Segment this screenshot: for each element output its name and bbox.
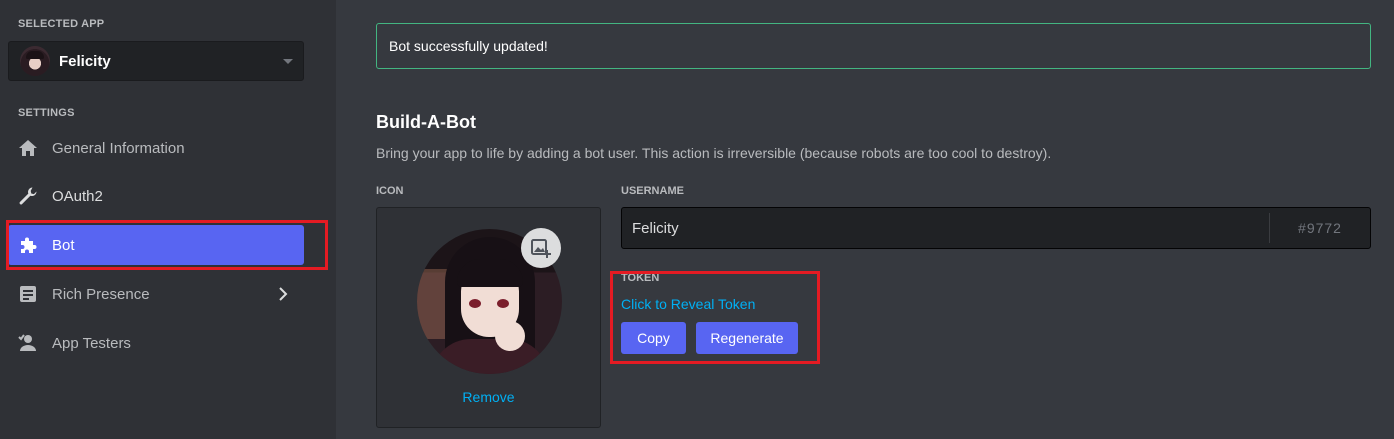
username-label: USERNAME (621, 185, 684, 197)
alert-message: Bot successfully updated! (389, 38, 548, 54)
sidebar-item-label: App Testers (52, 334, 131, 352)
selected-app-label: SELECTED APP (18, 18, 105, 30)
app-avatar (20, 46, 50, 76)
sidebar-item-label: General Information (52, 139, 185, 157)
sidebar-item-general-information[interactable]: General Information (8, 128, 304, 168)
username-field[interactable]: Felicity #9772 (621, 207, 1371, 249)
sidebar-item-app-testers[interactable]: App Testers (8, 323, 304, 363)
document-icon (17, 283, 39, 305)
icon-upload-box[interactable]: Remove (376, 207, 601, 428)
highlight-box-token (610, 271, 820, 364)
discriminator: #9772 (1298, 220, 1342, 236)
success-alert: Bot successfully updated! (376, 23, 1371, 69)
user-check-icon (17, 332, 39, 354)
username-value: Felicity (632, 219, 679, 237)
app-selector[interactable]: Felicity (8, 41, 304, 81)
home-icon (17, 137, 39, 159)
icon-label: ICON (376, 185, 404, 197)
chevron-down-icon (283, 59, 293, 64)
sidebar-item-oauth2[interactable]: OAuth2 (8, 176, 304, 216)
add-image-icon[interactable] (521, 228, 561, 268)
sidebar-item-label: OAuth2 (52, 187, 103, 205)
sidebar-item-label: Rich Presence (52, 285, 150, 303)
settings-label: SETTINGS (18, 107, 75, 119)
highlight-box-bot (6, 220, 328, 270)
remove-icon-link[interactable]: Remove (377, 389, 600, 405)
section-description: Bring your app to life by adding a bot u… (376, 145, 1052, 161)
wrench-icon (17, 185, 39, 207)
section-title: Build-A-Bot (376, 112, 476, 132)
chevron-right-icon (278, 287, 288, 305)
app-name: Felicity (59, 52, 111, 70)
sidebar-item-rich-presence[interactable]: Rich Presence (8, 274, 304, 314)
